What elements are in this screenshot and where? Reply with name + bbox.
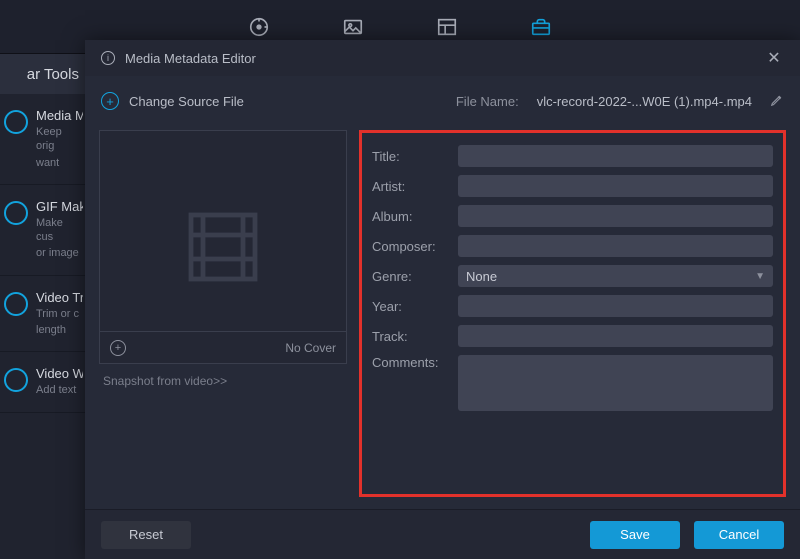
gif-maker-icon: [4, 201, 28, 225]
year-input[interactable]: [458, 295, 773, 317]
sidebar-item-label: Media M: [36, 108, 83, 123]
sidebar-item-label: Video Tr: [36, 290, 83, 305]
track-label: Track:: [372, 329, 448, 344]
info-icon: i: [101, 51, 115, 65]
video-watermark-icon: [4, 368, 28, 392]
cover-footer: + No Cover: [100, 331, 346, 363]
close-icon[interactable]: ✕: [764, 48, 784, 68]
genre-label: Genre:: [372, 269, 448, 284]
sidebar-item-video-trim[interactable]: Video Tr Trim or c length: [0, 276, 85, 353]
reset-button[interactable]: Reset: [101, 521, 191, 549]
toolbox-icon[interactable]: [529, 15, 553, 39]
image-icon[interactable]: [341, 15, 365, 39]
composer-label: Composer:: [372, 239, 448, 254]
sidebar-item-video-watermark[interactable]: Video W Add text: [0, 352, 85, 412]
spin-icon[interactable]: [247, 15, 271, 39]
source-file-row: + Change Source File File Name: vlc-reco…: [85, 76, 800, 126]
title-input[interactable]: [458, 145, 773, 167]
sidebar: ar Tools Media M Keep orig want GIF Mak …: [0, 54, 85, 559]
layout-icon[interactable]: [435, 15, 459, 39]
modal-title: Media Metadata Editor: [125, 51, 754, 66]
metadata-form: Title: Artist: Album: Composer: Genre: N…: [359, 130, 786, 497]
genre-select[interactable]: None ▼: [458, 265, 773, 287]
sidebar-item-label: Video W: [36, 366, 83, 381]
change-source-button[interactable]: Change Source File: [129, 94, 446, 109]
edit-filename-icon[interactable]: [770, 93, 784, 110]
cover-pane: + No Cover Snapshot from video>>: [99, 130, 347, 497]
genre-value: None: [466, 269, 497, 284]
film-placeholder-icon: [175, 199, 271, 295]
comments-input[interactable]: [458, 355, 773, 411]
snapshot-from-video-link[interactable]: Snapshot from video>>: [99, 374, 347, 388]
artist-label: Artist:: [372, 179, 448, 194]
chevron-down-icon: ▼: [755, 271, 765, 282]
sidebar-item-media-metadata[interactable]: Media M Keep orig want: [0, 94, 85, 185]
sidebar-item-gif-maker[interactable]: GIF Mak Make cus or image: [0, 185, 85, 276]
media-metadata-icon: [4, 110, 28, 134]
track-input[interactable]: [458, 325, 773, 347]
modal-footer: Reset Save Cancel: [85, 509, 800, 559]
save-button[interactable]: Save: [590, 521, 680, 549]
filename-value: vlc-record-2022-...W0E (1).mp4-.mp4: [537, 94, 752, 109]
add-cover-icon[interactable]: +: [110, 340, 126, 356]
filename-label: File Name:: [456, 94, 519, 109]
year-label: Year:: [372, 299, 448, 314]
album-input[interactable]: [458, 205, 773, 227]
metadata-editor-modal: i Media Metadata Editor ✕ + Change Sourc…: [85, 40, 800, 559]
cancel-button[interactable]: Cancel: [694, 521, 784, 549]
modal-titlebar: i Media Metadata Editor ✕: [85, 40, 800, 76]
title-label: Title:: [372, 149, 448, 164]
composer-input[interactable]: [458, 235, 773, 257]
sidebar-item-label: GIF Mak: [36, 199, 83, 214]
artist-input[interactable]: [458, 175, 773, 197]
cover-art-box[interactable]: + No Cover: [99, 130, 347, 364]
comments-label: Comments:: [372, 355, 448, 370]
plus-circle-icon[interactable]: +: [101, 92, 119, 110]
video-trim-icon: [4, 292, 28, 316]
sidebar-section-title: ar Tools: [0, 54, 85, 94]
album-label: Album:: [372, 209, 448, 224]
no-cover-label: No Cover: [285, 341, 336, 355]
